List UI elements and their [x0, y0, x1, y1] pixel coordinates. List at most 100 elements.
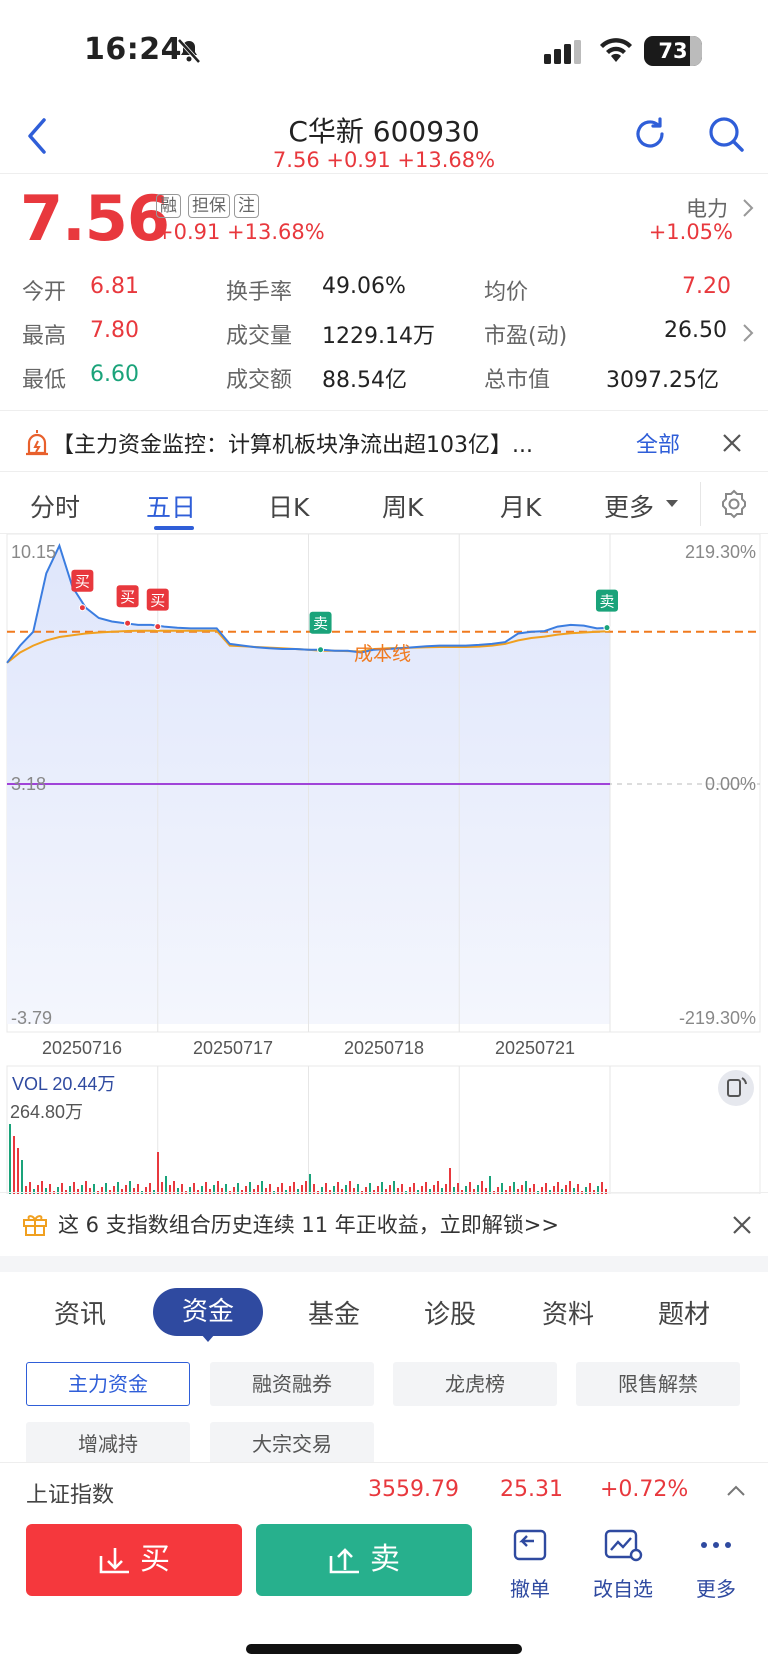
home-indicator: [246, 1644, 522, 1654]
gift-icon: [23, 1215, 47, 1236]
stat-value: 6.60: [90, 362, 139, 387]
index-name: 上证指数: [26, 1483, 115, 1508]
capital-alert-banner[interactable]: 【主力资金监控：计算机板块净流出超103亿】... 全部: [0, 410, 768, 472]
volume-bar: [309, 1174, 311, 1194]
chip-main-capital[interactable]: 主力资金: [26, 1362, 190, 1406]
chip-lockup-expiry[interactable]: 限售解禁: [576, 1362, 740, 1406]
volume-bar: [21, 1160, 23, 1194]
promo-text[interactable]: 这 6 支指数组合历史连续 11 年正收益，立即解锁>>: [58, 1209, 559, 1239]
buy-button[interactable]: 买: [26, 1524, 242, 1596]
status-bar: 16:24 73: [0, 0, 768, 100]
tab-diagnosis[interactable]: 诊股: [424, 1294, 476, 1331]
battery-level: 73: [658, 39, 688, 63]
price-change: +0.91 +13.68%: [156, 220, 325, 244]
stat-value: 26.50: [664, 318, 727, 343]
tab-weekly-k[interactable]: 周K: [382, 488, 423, 524]
buy-marker[interactable]: 买: [116, 585, 139, 627]
y-right-top: 219.30%: [685, 542, 756, 562]
trade-action-bar: 买 卖 撤单 改自选 更多: [0, 1516, 768, 1665]
volume-bar: [9, 1124, 11, 1194]
close-icon[interactable]: [722, 433, 742, 453]
cellular-signal-icon: [544, 40, 581, 64]
stat-value: 6.81: [90, 274, 139, 299]
tab-five-day[interactable]: 五日: [146, 488, 196, 524]
promo-banner[interactable]: 这 6 支指数组合历史连续 11 年正收益，立即解锁>>: [0, 1192, 768, 1256]
buy-marker[interactable]: 买: [146, 588, 169, 631]
volume-bar: [449, 1168, 451, 1194]
svg-text:卖: 卖: [599, 593, 614, 611]
sell-button[interactable]: 卖: [256, 1524, 472, 1596]
cost-line-label: 成本线: [354, 643, 411, 665]
sell-marker[interactable]: 卖: [309, 611, 332, 654]
stat-value: 3097.25亿: [606, 368, 719, 393]
active-tab-underline: [154, 526, 194, 530]
y-left-top: 10.15: [11, 542, 56, 562]
stat-value: 88.54亿: [322, 368, 407, 393]
index-ticker-bar[interactable]: 上证指数 3559.79 25.31 +0.72%: [0, 1462, 768, 1516]
note-tag: 注: [234, 194, 259, 218]
tab-themes[interactable]: 题材: [658, 1294, 710, 1331]
svg-text:买: 买: [75, 573, 90, 591]
chip-holding-change[interactable]: 增减持: [26, 1422, 190, 1466]
refresh-icon[interactable]: [630, 114, 670, 154]
stat-label[interactable]: 市盈(动): [484, 318, 567, 350]
collateral-tag: 担保: [188, 194, 230, 218]
more-label: 更多: [696, 1577, 736, 1601]
svg-text:买: 买: [150, 592, 165, 610]
status-time: 16:24: [84, 32, 182, 67]
tab-profile[interactable]: 资料: [542, 1294, 594, 1331]
stat-label: 成交额: [226, 368, 293, 393]
five-day-chart[interactable]: 成本线 买买 买卖卖 10.15 3.18 -3.79 219.30% 0.00%…: [0, 534, 768, 1194]
stat-label: 最高: [22, 324, 67, 349]
edit-watchlist-label: 改自选: [593, 1577, 653, 1601]
sell-marker[interactable]: 卖: [595, 589, 618, 632]
tab-fund[interactable]: 基金: [308, 1294, 360, 1331]
alert-all-link[interactable]: 全部: [636, 427, 680, 459]
index-value: 3559.79: [368, 1477, 459, 1502]
close-icon[interactable]: [732, 1215, 752, 1235]
gear-icon[interactable]: [718, 488, 750, 520]
margin-tag: 融: [156, 194, 181, 218]
divider: [700, 482, 701, 526]
stat-label: 均价: [484, 280, 529, 305]
stat-label: 总市值: [484, 368, 551, 393]
stat-label: 最低: [22, 368, 67, 393]
svg-text:买: 买: [120, 588, 135, 606]
chevron-right-icon[interactable]: [742, 198, 754, 218]
tab-intraday[interactable]: 分时: [30, 488, 80, 524]
sector-change: +1.05%: [648, 220, 733, 244]
stat-value: 7.20: [682, 274, 731, 299]
tab-capital[interactable]: 资金: [153, 1288, 263, 1336]
rotate-screen-icon[interactable]: [718, 1070, 754, 1106]
y-left-bottom: -3.79: [11, 1008, 52, 1028]
edit-watchlist-button[interactable]: 改自选: [583, 1528, 663, 1602]
alarm-icon: [26, 430, 48, 456]
chevron-up-icon[interactable]: [726, 1483, 746, 1497]
sector-name[interactable]: 电力: [686, 193, 728, 223]
bell-muted-icon: [177, 38, 201, 64]
more-button[interactable]: 更多: [676, 1528, 756, 1602]
volume-bar: [157, 1152, 159, 1194]
alert-text: 【主力资金监控：计算机板块净流出超103亿】...: [52, 433, 533, 458]
tab-more[interactable]: 更多: [604, 488, 654, 524]
cancel-order-icon: [513, 1529, 547, 1561]
cancel-order-button[interactable]: 撤单: [490, 1528, 570, 1602]
chip-dragon-tiger[interactable]: 龙虎榜: [393, 1362, 557, 1406]
y-left-mid: 3.18: [11, 774, 46, 794]
chevron-right-icon[interactable]: [742, 323, 754, 343]
tab-daily-k[interactable]: 日K: [268, 488, 309, 524]
tab-news[interactable]: 资讯: [54, 1294, 106, 1331]
date-label: 20250721: [495, 1038, 575, 1058]
sell-arrow-icon: [329, 1547, 359, 1573]
caret-down-icon[interactable]: [666, 500, 678, 508]
search-icon[interactable]: [706, 114, 746, 154]
info-tabs: 资讯 资金 基金 诊股 资料 题材: [0, 1272, 768, 1352]
stat-value: 7.80: [90, 318, 139, 343]
chip-margin-trading[interactable]: 融资融券: [210, 1362, 374, 1406]
tab-monthly-k[interactable]: 月K: [500, 488, 541, 524]
chip-block-trade[interactable]: 大宗交易: [210, 1422, 374, 1466]
y-right-bottom: -219.30%: [679, 1008, 756, 1028]
current-price: 7.56: [20, 182, 170, 255]
date-label: 20250718: [344, 1038, 424, 1058]
volume-label: VOL 20.44万: [12, 1074, 115, 1094]
